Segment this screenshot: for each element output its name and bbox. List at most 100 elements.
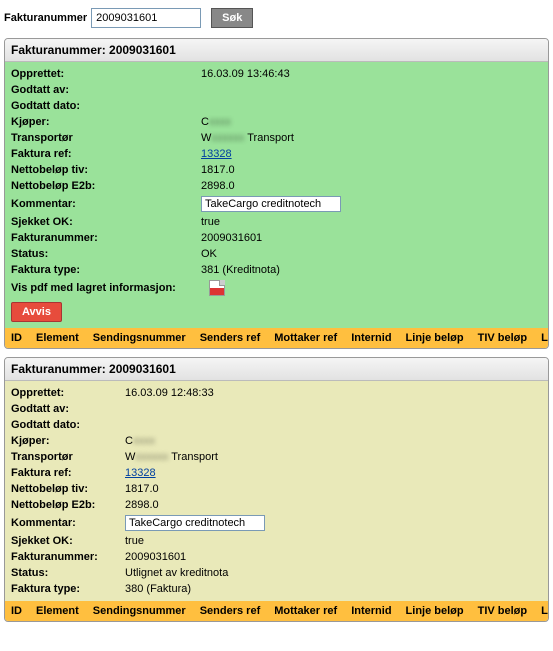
reject-button[interactable]: Avvis [11,302,62,322]
field-label: Faktura ref: [11,148,201,160]
field-row: Nettobeløp E2b:2898.0 [11,497,542,513]
field-value: Wxxxxxx Transport [201,132,294,144]
column-header[interactable]: Senders ref [200,332,261,344]
pdf-icon[interactable] [209,280,225,296]
column-header[interactable]: Linje beløp [406,332,464,344]
search-bar: Fakturanummer Søk [4,4,549,38]
column-header[interactable]: Element [36,605,79,617]
field-row: Godtatt av: [11,82,542,98]
invoice-panel: Fakturanummer: 2009031601Opprettet:16.03… [4,38,549,349]
field-value: 2009031601 [125,551,186,563]
field-value-suffix: Transport [168,451,218,463]
field-label: Fakturanummer: [11,232,201,244]
column-header[interactable]: Linje beløp [406,605,464,617]
field-row: Sjekket OK:true [11,533,542,549]
panel-header: Fakturanummer: 2009031601 [5,39,548,62]
field-label: Godtatt dato: [11,100,201,112]
column-header[interactable]: Linje feil [541,605,549,617]
invoice-panel: Fakturanummer: 2009031601Opprettet:16.03… [4,357,549,622]
column-header[interactable]: Sendingsnummer [93,605,186,617]
column-header[interactable]: TIV beløp [478,332,528,344]
field-label: Kommentar: [11,517,125,529]
field-label: Faktura type: [11,583,125,595]
column-header[interactable]: TIV beløp [478,605,528,617]
field-label: Godtatt av: [11,84,201,96]
field-row: Godtatt dato: [11,417,542,433]
field-row: Sjekket OK:true [11,214,542,230]
panel-header: Fakturanummer: 2009031601 [5,358,548,381]
column-header[interactable]: ID [11,605,22,617]
field-value: 1817.0 [125,483,159,495]
field-value: 16.03.09 12:48:33 [125,387,214,399]
column-header[interactable]: Mottaker ref [274,332,337,344]
column-header[interactable]: ID [11,332,22,344]
redacted-text: xxxxxx [135,451,168,463]
field-value-prefix: W [201,132,211,144]
pdf-row: Vis pdf med lagret informasjon: [11,278,542,298]
field-value: 2009031601 [201,232,262,244]
field-row: Nettobeløp E2b:2898.0 [11,178,542,194]
search-input[interactable] [91,8,201,28]
field-row: Opprettet:16.03.09 12:48:33 [11,385,542,401]
field-value [201,196,341,212]
field-label: Kjøper: [11,435,125,447]
field-row: Kjøper:Cxxxx [11,114,542,130]
invoice-ref-link[interactable]: 13328 [201,148,232,160]
field-label: Status: [11,248,201,260]
comment-input[interactable] [201,196,341,212]
field-row: Kjøper:Cxxxx [11,433,542,449]
field-label: Transportør [11,132,201,144]
field-label: Fakturanummer: [11,551,125,563]
column-header[interactable]: Element [36,332,79,344]
field-label: Nettobeløp E2b: [11,499,125,511]
field-value [125,515,265,531]
column-header[interactable]: Sendingsnummer [93,332,186,344]
field-label: Faktura ref: [11,467,125,479]
field-value: Wxxxxxx Transport [125,451,218,463]
field-value: Cxxxx [201,116,231,128]
field-label: Sjekket OK: [11,216,201,228]
field-value: OK [201,248,217,260]
field-value: 1817.0 [201,164,235,176]
column-header[interactable]: Senders ref [200,605,261,617]
field-value-prefix: C [125,435,133,447]
field-row: TransportørWxxxxxx Transport [11,130,542,146]
field-row: Nettobeløp tiv:1817.0 [11,481,542,497]
redacted-text: xxxxxx [211,132,244,144]
field-row: Faktura ref:13328 [11,146,542,162]
panel-body: Opprettet:16.03.09 13:46:43 Godtatt av: Go… [5,62,548,328]
field-row: Faktura ref:13328 [11,465,542,481]
field-label: Kommentar: [11,198,201,210]
column-header[interactable]: Linje feil [541,332,549,344]
panel-body: Opprettet:16.03.09 12:48:33 Godtatt av: Go… [5,381,548,601]
search-label: Fakturanummer [4,12,87,24]
field-label: Status: [11,567,125,579]
field-label: Godtatt av: [11,403,125,415]
column-headers: ID Element Sendingsnummer Senders ref Mottak… [5,328,548,348]
pdf-label: Vis pdf med lagret informasjon: [11,282,201,294]
field-value: true [201,216,220,228]
column-header[interactable]: Internid [351,605,391,617]
field-value: 2898.0 [125,499,159,511]
column-headers: ID Element Sendingsnummer Senders ref Mottak… [5,601,548,621]
comment-input[interactable] [125,515,265,531]
column-header[interactable]: Mottaker ref [274,605,337,617]
invoice-ref-link[interactable]: 13328 [125,467,156,479]
field-value: 2898.0 [201,180,235,192]
search-button[interactable]: Søk [211,8,253,28]
field-row: Kommentar: [11,194,542,214]
field-value: Cxxxx [125,435,155,447]
field-row: Nettobeløp tiv:1817.0 [11,162,542,178]
column-header[interactable]: Internid [351,332,391,344]
field-row: Opprettet:16.03.09 13:46:43 [11,66,542,82]
field-label: Sjekket OK: [11,535,125,547]
field-label: Nettobeløp tiv: [11,164,201,176]
field-label: Kjøper: [11,116,201,128]
field-value: 381 (Kreditnota) [201,264,280,276]
field-value-prefix: C [201,116,209,128]
field-label: Nettobeløp tiv: [11,483,125,495]
field-row: Faktura type:380 (Faktura) [11,581,542,597]
field-value: 13328 [125,467,156,479]
field-value: 13328 [201,148,232,160]
field-label: Opprettet: [11,68,201,80]
